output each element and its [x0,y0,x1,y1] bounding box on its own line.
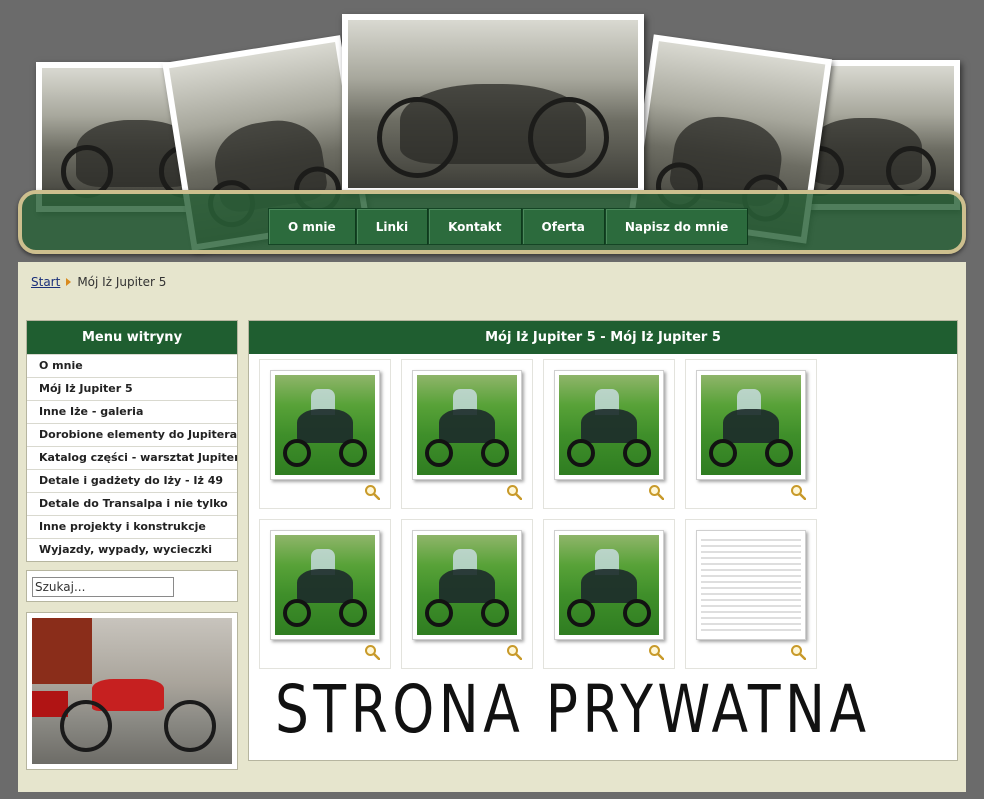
search-box [26,570,238,602]
gallery-thumbnail[interactable] [554,530,664,640]
sidebar-menu: Menu witryny O mnie Mój Iż Jupiter 5 Inn… [26,320,238,562]
page: O mnie Linki Kontakt Oferta Napisz do mn… [18,0,966,792]
breadcrumb-current: Mój Iż Jupiter 5 [77,275,167,289]
magnifier-icon[interactable] [648,484,664,500]
sidebar-item-wyjazdy[interactable]: Wyjazdy, wypady, wycieczki [27,538,237,561]
nav-item-o-mnie[interactable]: O mnie [268,208,356,245]
header: O mnie Linki Kontakt Oferta Napisz do mn… [18,0,966,262]
main-content: Mój Iż Jupiter 5 - Mój Iż Jupiter 5 STRO… [248,320,958,761]
gallery-thumbnail-document[interactable] [696,530,806,640]
magnifier-icon[interactable] [506,484,522,500]
gallery-thumbnail[interactable] [554,370,664,480]
content-title: Mój Iż Jupiter 5 - Mój Iż Jupiter 5 [249,321,957,354]
gallery-thumbnail[interactable] [270,370,380,480]
gallery-thumbnail[interactable] [270,530,380,640]
sidebar-item-moj-iz-jupiter[interactable]: Mój Iż Jupiter 5 [27,377,237,400]
sidebar-photo [26,612,238,770]
gallery-item [685,359,817,509]
sidebar-item-katalog-czesci[interactable]: Katalog części - warsztat Jupiter5 [27,446,237,469]
sidebar-title: Menu witryny [27,321,237,354]
gallery-item [401,359,533,509]
sidebar-item-inne-projekty[interactable]: Inne projekty i konstrukcje [27,515,237,538]
sidebar-item-inne-ize-galeria[interactable]: Inne Iże - galeria [27,400,237,423]
magnifier-icon[interactable] [790,644,806,660]
gallery-item [543,359,675,509]
arrow-right-icon [66,278,72,286]
sidebar-item-dorobione-elementy[interactable]: Dorobione elementy do Jupitera 5 [27,423,237,446]
gallery-item [401,519,533,669]
gallery-item [543,519,675,669]
gallery-thumbnail[interactable] [696,370,806,480]
nav-item-kontakt[interactable]: Kontakt [428,208,522,245]
magnifier-icon[interactable] [506,644,522,660]
sidebar-item-detale-transalpa[interactable]: Detale do Transalpa i nie tylko [27,492,237,515]
search-input[interactable] [32,577,174,597]
breadcrumb-home-link[interactable]: Start [31,275,60,289]
gallery-item [259,359,391,509]
sidebar-item-detale-gadzety[interactable]: Detale i gadżety do Iży - Iż 49 [27,469,237,492]
magnifier-icon[interactable] [364,484,380,500]
nav-item-oferta[interactable]: Oferta [521,208,605,245]
magnifier-icon[interactable] [648,644,664,660]
magnifier-icon[interactable] [790,484,806,500]
motorcycle-photo [32,618,232,764]
breadcrumb: Start Mój Iż Jupiter 5 [31,275,166,289]
header-photo [342,14,644,194]
gallery-thumbnail[interactable] [412,370,522,480]
magnifier-icon[interactable] [364,644,380,660]
top-nav: O mnie Linki Kontakt Oferta Napisz do mn… [268,208,749,245]
nav-item-napisz-do-mnie[interactable]: Napisz do mnie [604,208,749,245]
gallery-item [259,519,391,669]
gallery-item [685,519,817,669]
sidebar-item-o-mnie[interactable]: O mnie [27,354,237,377]
nav-item-linki[interactable]: Linki [355,208,429,245]
banner-text: STRONA PRYWATNA [275,671,871,748]
gallery-thumbnail[interactable] [412,530,522,640]
